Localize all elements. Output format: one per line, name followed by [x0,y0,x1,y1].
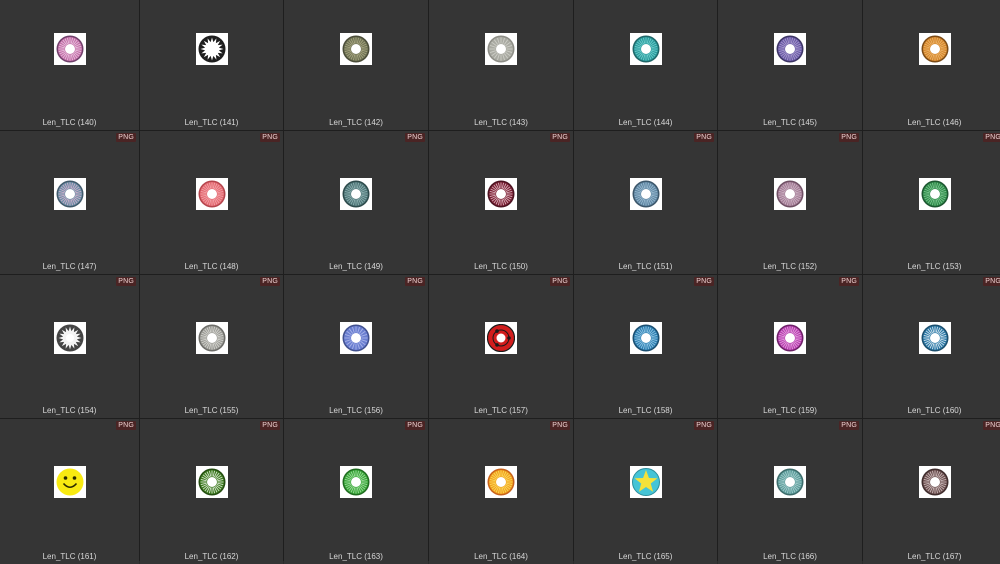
thumbnail-tile[interactable]: PNG Len_TLC (165) [574,419,717,564]
thumbnail-label: Len_TLC (145) [763,118,817,127]
thumbnail-tile[interactable]: PNG Len_TLC (152) [718,131,862,274]
thumbnail-tile[interactable]: PNG Len_TLC (153) [863,131,1000,274]
thumbnail-label: Len_TLC (147) [42,262,97,271]
png-badge: PNG [983,133,1000,142]
lens-steel-blue-icon [629,178,662,210]
thumbnail-label: Len_TLC (149) [329,262,383,271]
thumbnail-tile[interactable]: Len_TLC (144) [574,0,717,130]
png-badge: PNG [260,421,280,430]
png-badge: PNG [983,277,1000,286]
lens-blue-pink-icon [53,178,86,210]
thumbnail-tile[interactable]: PNG Len_TLC (166) [718,419,862,564]
thumbnail-tile[interactable]: PNG Len_TLC (147) [0,131,139,274]
thumbnail-tile[interactable]: PNG Len_TLC (150) [429,131,573,274]
thumbnail-tile[interactable]: PNG Len_TLC (162) [140,419,283,564]
lens-pink-ring-icon [53,33,86,65]
thumbnail-label: Len_TLC (141) [184,118,239,127]
lens-orange-yellow-icon [485,466,517,498]
thumbnail-label: Len_TLC (148) [184,262,239,271]
png-badge: PNG [405,133,425,142]
png-badge: PNG [550,133,570,142]
lens-olive-icon [340,33,372,65]
lens-star-icon [629,466,662,498]
thumbnail-tile[interactable]: PNG Len_TLC (159) [718,275,862,418]
thumbnail-tile[interactable]: PNG Len_TLC (155) [140,275,283,418]
thumbnail-label: Len_TLC (156) [329,406,383,415]
thumbnail-label: Len_TLC (159) [763,406,817,415]
lens-coral-icon [195,178,228,210]
thumbnail-tile[interactable]: PNG Len_TLC (158) [574,275,717,418]
png-badge: PNG [839,133,859,142]
thumbnail-label: Len_TLC (160) [907,406,962,415]
png-badge: PNG [839,277,859,286]
lens-maroon-ring-icon [485,178,517,210]
thumbnail-tile[interactable]: PNG Len_TLC (151) [574,131,717,274]
lens-teal-gray-icon [340,178,372,210]
thumbnail-tile[interactable]: PNG Len_TLC (148) [140,131,283,274]
thumbnail-tile[interactable]: Len_TLC (141) [140,0,283,130]
thumbnail-tile[interactable]: Len_TLC (143) [429,0,573,130]
lens-gray-star-icon [53,322,86,354]
lens-amber-icon [918,33,951,65]
thumbnail-label: Len_TLC (140) [42,118,97,127]
thumbnail-label: Len_TLC (146) [907,118,962,127]
lens-smiley-icon [53,466,86,498]
png-badge: PNG [405,277,425,286]
thumbnail-tile[interactable]: PNG Len_TLC (157) [429,275,573,418]
lens-sea-green-icon [774,466,806,498]
thumbnail-tile[interactable]: Len_TLC (146) [863,0,1000,130]
png-badge: PNG [116,133,136,142]
lens-red-sharingan-icon [485,322,517,354]
lens-light-gray-icon [195,322,228,354]
lens-gray-icon [485,33,517,65]
png-badge: PNG [550,277,570,286]
thumbnail-label: Len_TLC (155) [184,406,239,415]
thumbnail-label: Len_TLC (152) [763,262,817,271]
lens-brown-icon [918,466,951,498]
png-badge: PNG [116,277,136,286]
png-badge: PNG [694,421,714,430]
thumbnail-label: Len_TLC (151) [618,262,673,271]
thumbnail-label: Len_TLC (157) [474,406,528,415]
png-badge: PNG [405,421,425,430]
thumbnail-label: Len_TLC (154) [42,406,97,415]
thumbnail-tile[interactable]: PNG Len_TLC (167) [863,419,1000,564]
thumbnail-tile[interactable]: PNG Len_TLC (163) [284,419,428,564]
thumbnail-tile[interactable]: PNG Len_TLC (149) [284,131,428,274]
thumbnail-label: Len_TLC (144) [618,118,673,127]
thumbnail-grid: Len_TLC (140) Len_TLC (141) Len_TLC (142) L… [0,0,1000,564]
thumbnail-label: Len_TLC (158) [618,406,673,415]
thumbnail-tile[interactable]: PNG Len_TLC (164) [429,419,573,564]
png-badge: PNG [839,421,859,430]
thumbnail-tile[interactable]: PNG Len_TLC (161) [0,419,139,564]
lens-magenta-icon [774,322,806,354]
png-badge: PNG [694,133,714,142]
png-badge: PNG [260,277,280,286]
lens-aqua-icon [629,33,662,65]
lens-blue-spoke-icon [629,322,662,354]
thumbnail-tile[interactable]: Len_TLC (142) [284,0,428,130]
thumbnail-tile[interactable]: Len_TLC (145) [718,0,862,130]
thumbnail-tile[interactable]: PNG Len_TLC (160) [863,275,1000,418]
thumbnail-tile[interactable]: PNG Len_TLC (156) [284,275,428,418]
thumbnail-label: Len_TLC (150) [474,262,528,271]
png-badge: PNG [983,421,1000,430]
png-badge: PNG [116,421,136,430]
lens-green-icon [918,178,951,210]
lens-bright-green-icon [340,466,372,498]
lens-periwinkle-icon [340,322,372,354]
lens-black-star-icon [195,33,228,65]
thumbnail-tile[interactable]: Len_TLC (140) [0,0,139,130]
png-badge: PNG [694,277,714,286]
lens-violet-icon [774,33,806,65]
thumbnail-tile[interactable]: PNG Len_TLC (154) [0,275,139,418]
lens-mauve-icon [774,178,806,210]
thumbnail-label: Len_TLC (153) [907,262,962,271]
png-badge: PNG [260,133,280,142]
png-badge: PNG [550,421,570,430]
thumbnail-label: Len_TLC (142) [329,118,383,127]
thumbnail-label: Len_TLC (143) [474,118,528,127]
lens-blue-ring-icon [918,322,951,354]
lens-olive-green-icon [195,466,228,498]
